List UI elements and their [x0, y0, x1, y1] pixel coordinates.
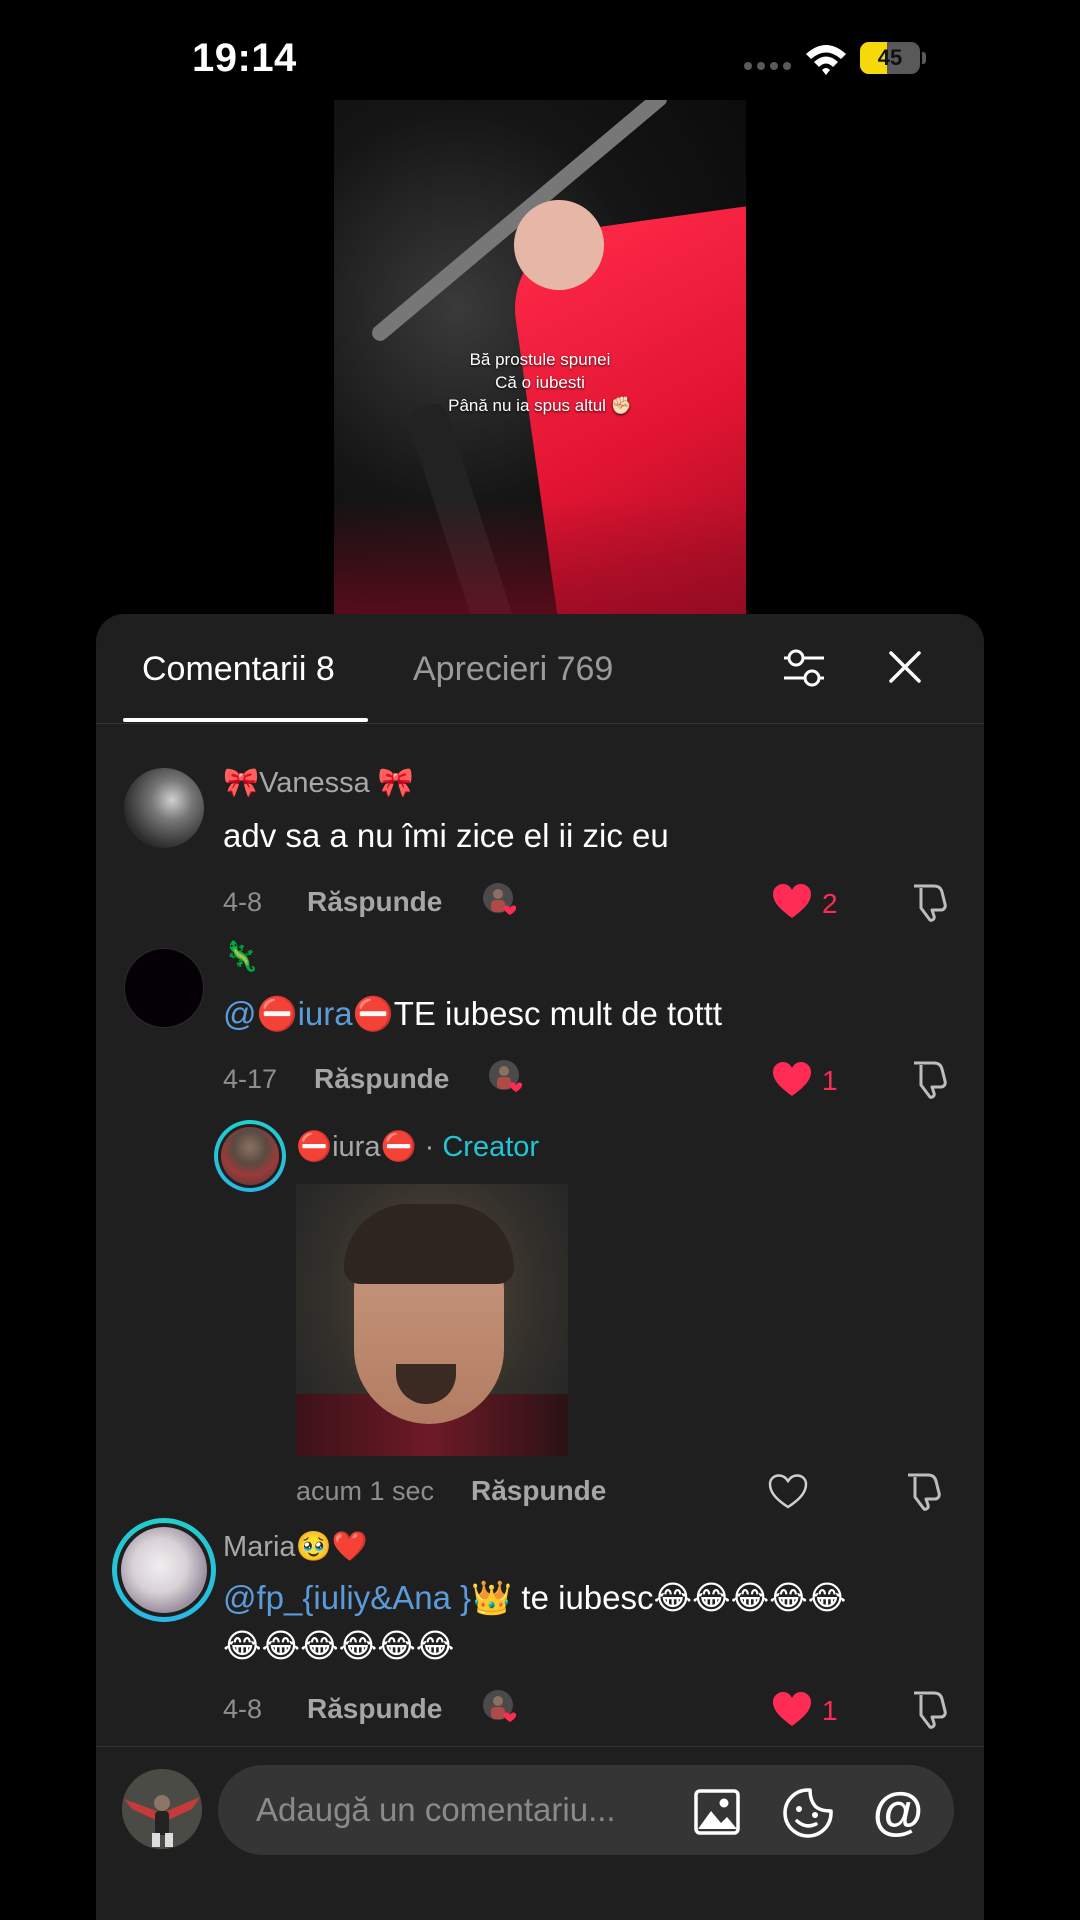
- like-heart-icon[interactable]: [772, 884, 812, 920]
- creator-liked-icon: [489, 1060, 523, 1092]
- comment-username[interactable]: 🦎: [223, 940, 259, 974]
- comment-username[interactable]: 🎀Vanessa 🎀: [223, 766, 414, 800]
- reply-username[interactable]: ⛔️iura⛔️: [296, 1131, 417, 1163]
- reply-button[interactable]: Răspunde: [314, 1063, 449, 1095]
- reply-item: ⛔️iura⛔️ · Creator acum 1 sec Răspunde: [96, 1112, 984, 1511]
- comment-date: 4-8: [223, 887, 263, 917]
- comment-body: TE iubesc mult de tottt: [393, 995, 723, 1032]
- tab-comments[interactable]: Comentarii 8: [142, 650, 335, 689]
- dislike-icon[interactable]: [902, 1471, 942, 1511]
- creator-badge: Creator: [442, 1131, 540, 1163]
- comment-text: @⛔️iura⛔️TE iubesc mult de tottt: [223, 990, 722, 1038]
- video-preview[interactable]: Bă prostule spunei Că o iubesti Până nu …: [334, 100, 746, 620]
- dislike-icon[interactable]: [908, 1689, 948, 1729]
- tab-likes[interactable]: Aprecieri 769: [413, 650, 613, 689]
- sliders-icon[interactable]: [782, 648, 826, 688]
- status-time: 19:14: [192, 36, 297, 80]
- like-heart-icon[interactable]: [772, 1692, 812, 1728]
- dislike-icon[interactable]: [908, 1059, 948, 1099]
- comments-panel: Comentarii 8 Aprecieri 769 🎀Vanessa 🎀 ad…: [96, 614, 984, 1920]
- comment-text: adv sa a nu îmi zice el ii zic eu: [223, 817, 669, 854]
- comment-item: Maria🥹❤️ @fp_{iuliy&Ana }👑 te iubesc😂😂😂😂…: [96, 1516, 984, 1736]
- battery-icon: 45: [860, 42, 926, 74]
- at-icon[interactable]: @: [872, 1786, 924, 1839]
- like-count: 1: [822, 1065, 838, 1096]
- mention-link[interactable]: @fp_{iuliy&Ana }👑: [223, 1579, 512, 1616]
- panel-tabs: Comentarii 8 Aprecieri 769: [96, 614, 984, 724]
- close-icon[interactable]: [888, 650, 922, 684]
- caption-line: Până nu ia spus altul ✊🏻: [448, 396, 632, 415]
- reply-button[interactable]: Răspunde: [307, 886, 442, 918]
- comment-date: 4-8: [223, 1694, 263, 1724]
- caption-line: Că o iubesti: [495, 373, 585, 392]
- active-tab-indicator: [123, 718, 368, 722]
- comment-item: 🎀Vanessa 🎀 adv sa a nu îmi zice el ii zi…: [96, 754, 984, 934]
- reply-username-row: ⛔️iura⛔️ · Creator: [296, 1130, 539, 1164]
- image-icon[interactable]: [694, 1789, 740, 1835]
- reply-gif[interactable]: [296, 1184, 568, 1456]
- dislike-icon[interactable]: [908, 882, 948, 922]
- comment-body: te iubesc😂😂😂😂😂: [512, 1579, 847, 1616]
- comment-text: @fp_{iuliy&Ana }👑 te iubesc😂😂😂😂😂: [223, 1574, 846, 1622]
- reply-button[interactable]: Răspunde: [307, 1693, 442, 1725]
- like-count: 1: [822, 1695, 838, 1726]
- video-caption: Bă prostule spunei Că o iubesti Până nu …: [334, 348, 746, 417]
- battery-level: 45: [877, 45, 903, 70]
- comment-input-placeholder: Adaugă un comentariu...: [256, 1791, 616, 1828]
- creator-avatar[interactable]: [214, 1120, 286, 1192]
- like-heart-icon[interactable]: [772, 1062, 812, 1098]
- comment-date: 4-17: [223, 1064, 278, 1094]
- creator-liked-icon: [483, 883, 517, 915]
- comment-username[interactable]: Maria🥹❤️: [223, 1530, 368, 1564]
- comment-item: 🦎 @⛔️iura⛔️TE iubesc mult de tottt 4-17 …: [96, 932, 984, 1511]
- separator-dot: ·: [416, 1131, 443, 1163]
- avatar[interactable]: [124, 948, 204, 1028]
- avatar[interactable]: [124, 768, 204, 848]
- wifi-icon: [806, 45, 846, 75]
- mention-link[interactable]: @⛔️iura⛔️: [223, 995, 394, 1032]
- like-count: 2: [822, 888, 838, 919]
- comment-input-bar: Adaugă un comentariu... @: [96, 1746, 984, 1920]
- comment-text-continued: 😂😂😂😂😂😂: [223, 1627, 455, 1664]
- self-avatar[interactable]: [122, 1769, 202, 1849]
- like-heart-outline-icon[interactable]: [768, 1474, 808, 1510]
- creator-liked-icon: [483, 1690, 517, 1722]
- sticker-icon[interactable]: [782, 1787, 834, 1839]
- caption-line: Bă prostule spunei: [469, 350, 611, 369]
- reply-date: acum 1 sec: [296, 1476, 435, 1506]
- comment-input[interactable]: Adaugă un comentariu... @: [218, 1765, 954, 1855]
- cellular-signal-icon: [744, 62, 791, 70]
- reply-button[interactable]: Răspunde: [471, 1475, 606, 1507]
- avatar[interactable]: [112, 1518, 216, 1622]
